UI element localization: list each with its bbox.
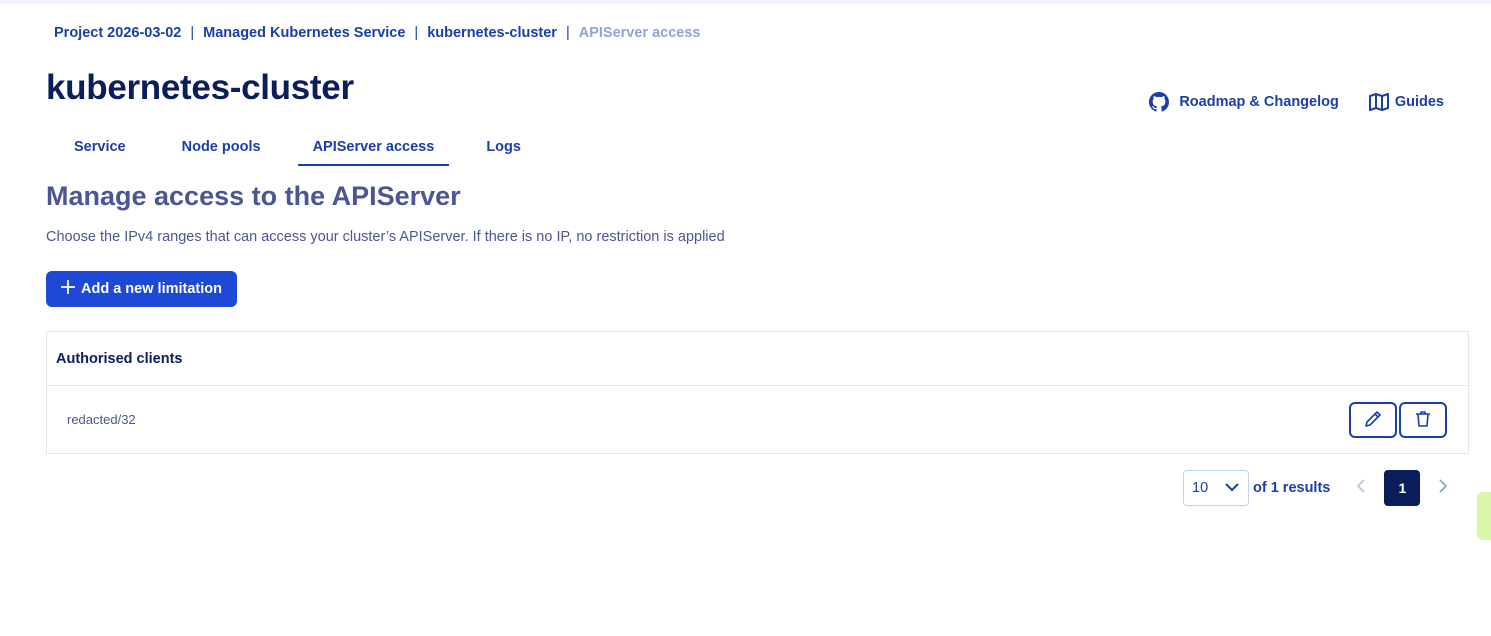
breadcrumb-cluster[interactable]: kubernetes-cluster	[427, 25, 557, 41]
authorised-clients-table: Authorised clients redacted/32	[46, 331, 1469, 454]
pencil-icon	[1363, 409, 1383, 432]
page-size-value: 10	[1192, 480, 1209, 496]
map-icon	[1368, 93, 1389, 111]
page-size-select[interactable]: 10	[1183, 470, 1249, 506]
breadcrumb-separator: |	[190, 25, 195, 41]
breadcrumb-separator: |	[414, 25, 419, 41]
breadcrumb-separator: |	[565, 25, 570, 41]
chevron-down-icon	[1224, 480, 1240, 496]
results-count: of 1 results	[1253, 480, 1331, 496]
header-links: Roadmap & Changelog Guides	[1149, 92, 1444, 112]
breadcrumb-project[interactable]: Project 2026-03-02	[54, 25, 181, 41]
delete-button[interactable]	[1399, 402, 1447, 438]
breadcrumb: Project 2026-03-02 | Managed Kubernetes …	[54, 25, 700, 41]
row-actions	[1349, 402, 1447, 438]
feedback-tab[interactable]	[1477, 492, 1491, 540]
roadmap-changelog-link[interactable]: Roadmap & Changelog	[1149, 92, 1339, 112]
top-border	[0, 0, 1491, 4]
add-limitation-button[interactable]: Add a new limitation	[46, 271, 237, 307]
tab-bar: Service Node pools APIServer access Logs	[55, 136, 558, 166]
table-header: Authorised clients	[47, 332, 1468, 386]
section-title: Manage access to the APIServer	[46, 181, 461, 211]
add-limitation-label: Add a new limitation	[81, 281, 222, 297]
github-icon	[1149, 92, 1170, 112]
plus-icon	[61, 280, 75, 298]
pagination: 10 of 1 results 1	[1183, 470, 1456, 506]
chevron-right-icon	[1438, 478, 1448, 499]
tab-logs[interactable]: Logs	[467, 136, 540, 166]
chevron-left-icon	[1356, 478, 1366, 499]
page-title: kubernetes-cluster	[46, 68, 354, 107]
trash-icon	[1414, 410, 1432, 431]
guides-link[interactable]: Guides	[1368, 93, 1444, 111]
section-description: Choose the IPv4 ranges that can access y…	[46, 229, 725, 245]
tab-apiserver-access[interactable]: APIServer access	[297, 136, 450, 166]
breadcrumb-service[interactable]: Managed Kubernetes Service	[203, 25, 405, 41]
breadcrumb-current: APIServer access	[578, 25, 701, 41]
client-ip-value: redacted/32	[67, 412, 136, 427]
next-page-button[interactable]	[1430, 470, 1456, 506]
roadmap-changelog-label: Roadmap & Changelog	[1179, 94, 1339, 110]
page-1-button[interactable]: 1	[1384, 470, 1421, 506]
tab-service[interactable]: Service	[55, 136, 145, 166]
table-row: redacted/32	[47, 386, 1468, 453]
previous-page-button[interactable]	[1348, 470, 1374, 506]
edit-button[interactable]	[1349, 402, 1397, 438]
guides-label: Guides	[1394, 94, 1444, 110]
tab-node-pools[interactable]: Node pools	[163, 136, 280, 166]
